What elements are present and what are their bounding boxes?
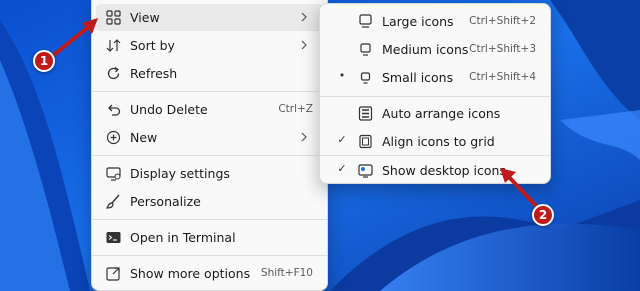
monitor-icon bbox=[360, 72, 371, 84]
submenu-item-align-icons-to-grid[interactable]: ✓ Align icons to grid bbox=[324, 128, 546, 155]
menu-item-label: New bbox=[130, 130, 158, 145]
desktop-icon bbox=[358, 164, 373, 178]
submenu-item-shortcut: Ctrl+Shift+4 bbox=[469, 71, 536, 83]
menu-separator bbox=[92, 255, 327, 256]
submenu-item-label: Large icons bbox=[382, 14, 454, 29]
brush-icon bbox=[106, 194, 120, 209]
submenu-item-label: Medium icons bbox=[382, 42, 469, 57]
submenu-item-label: Auto arrange icons bbox=[382, 106, 501, 121]
menu-item-new[interactable]: New bbox=[96, 124, 323, 151]
annotation-badge-1: 1 bbox=[33, 50, 55, 72]
auto-arrange-icon bbox=[358, 106, 373, 121]
monitor-icon bbox=[360, 43, 371, 56]
menu-item-refresh[interactable]: Refresh bbox=[96, 60, 323, 87]
menu-separator bbox=[320, 96, 550, 97]
submenu-item-shortcut: Ctrl+Shift+3 bbox=[469, 43, 536, 55]
menu-item-sort-by[interactable]: Sort by bbox=[96, 32, 323, 59]
annotation-badge-2: 2 bbox=[532, 204, 554, 226]
menu-item-display-settings[interactable]: Display settings bbox=[96, 160, 323, 187]
menu-item-personalize[interactable]: Personalize bbox=[96, 188, 323, 215]
display-icon bbox=[106, 167, 121, 181]
monitor-icon bbox=[359, 14, 372, 28]
chevron-right-icon bbox=[301, 132, 307, 142]
checkmark-icon: ✓ bbox=[337, 162, 347, 175]
menu-item-label: Refresh bbox=[130, 66, 178, 81]
menu-item-shortcut: Shift+F10 bbox=[260, 267, 313, 279]
submenu-item-label: Align icons to grid bbox=[382, 134, 495, 149]
menu-separator bbox=[92, 219, 327, 220]
menu-item-label: Show more options bbox=[130, 266, 251, 281]
menu-separator bbox=[320, 155, 550, 156]
menu-separator bbox=[92, 91, 327, 92]
menu-item-label: Open in Terminal bbox=[130, 230, 236, 245]
submenu-item-medium-icons[interactable]: Medium icons Ctrl+Shift+3 bbox=[324, 36, 546, 63]
menu-item-show-more-options[interactable]: Show more options Shift+F10 bbox=[96, 260, 323, 287]
chevron-right-icon bbox=[301, 40, 307, 50]
terminal-icon bbox=[106, 232, 121, 243]
chevron-right-icon bbox=[301, 12, 307, 22]
menu-item-shortcut: Ctrl+Z bbox=[278, 103, 313, 115]
submenu-item-large-icons[interactable]: Large icons Ctrl+Shift+2 bbox=[324, 8, 546, 35]
menu-item-label: Personalize bbox=[130, 194, 201, 209]
selected-bullet-icon: • bbox=[338, 69, 346, 82]
undo-icon bbox=[108, 104, 121, 116]
menu-separator bbox=[92, 155, 327, 156]
new-icon bbox=[106, 130, 121, 145]
align-grid-icon bbox=[359, 134, 372, 149]
menu-item-open-in-terminal[interactable]: Open in Terminal bbox=[96, 224, 323, 251]
submenu-item-small-icons[interactable]: • Small icons Ctrl+Shift+4 bbox=[324, 64, 546, 91]
checkmark-icon: ✓ bbox=[337, 133, 347, 146]
view-submenu: Large icons Ctrl+Shift+2 Medium icons Ct… bbox=[319, 3, 551, 184]
menu-item-label: Undo Delete bbox=[130, 102, 208, 117]
submenu-item-label: Small icons bbox=[382, 70, 454, 85]
desktop-context-menu: View Sort by Refresh Undo Delete Ctrl+Z … bbox=[91, 0, 328, 291]
menu-item-view[interactable]: View bbox=[96, 4, 323, 31]
submenu-item-label: Show desktop icons bbox=[382, 163, 506, 178]
submenu-item-auto-arrange-icons[interactable]: Auto arrange icons bbox=[324, 100, 546, 127]
menu-item-undo-delete[interactable]: Undo Delete Ctrl+Z bbox=[96, 96, 323, 123]
submenu-item-shortcut: Ctrl+Shift+2 bbox=[469, 15, 536, 27]
more-options-icon bbox=[106, 267, 120, 281]
menu-item-label: Sort by bbox=[130, 38, 175, 53]
menu-item-label: View bbox=[130, 10, 160, 25]
menu-item-label: Display settings bbox=[130, 166, 230, 181]
